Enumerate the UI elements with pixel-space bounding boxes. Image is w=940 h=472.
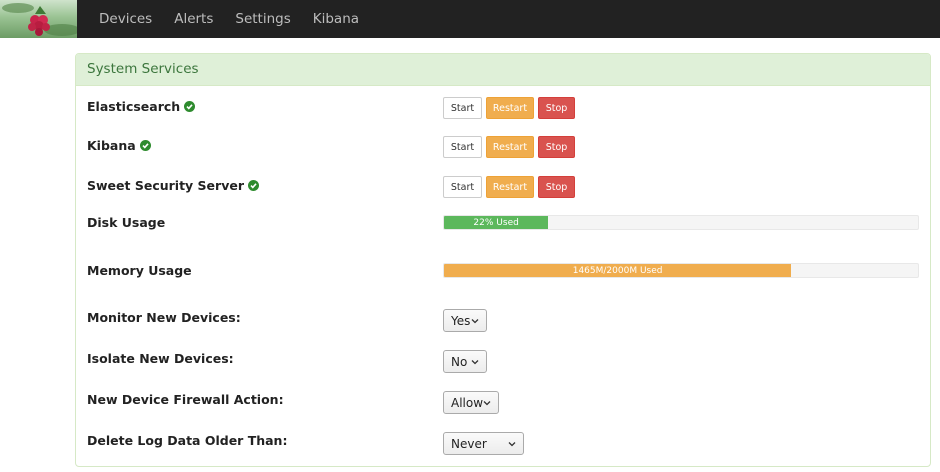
- firewall-action-label: New Device Firewall Action:: [87, 392, 284, 407]
- nav-alerts[interactable]: Alerts: [174, 11, 213, 27]
- memory-usage-progress: 1465M/2000M Used: [443, 263, 919, 278]
- nav-settings[interactable]: Settings: [235, 11, 290, 27]
- monitor-new-devices-select[interactable]: Yes: [443, 309, 487, 332]
- nav-kibana[interactable]: Kibana: [313, 11, 359, 27]
- restart-button[interactable]: Restart: [486, 97, 534, 119]
- firewall-action-select[interactable]: Allow: [443, 391, 499, 414]
- start-button[interactable]: Start: [443, 97, 482, 119]
- isolate-new-devices-select[interactable]: No: [443, 350, 487, 373]
- chevron-down-icon: [471, 360, 479, 365]
- status-ok-icon: [139, 140, 151, 151]
- select-value: No: [451, 354, 468, 369]
- chevron-down-icon: [508, 442, 516, 447]
- chevron-down-icon: [471, 319, 479, 324]
- stop-button[interactable]: Stop: [538, 136, 575, 158]
- service-name: Kibana: [87, 138, 136, 153]
- service-controls: Start Restart Stop: [443, 176, 579, 198]
- delete-log-data-label: Delete Log Data Older Than:: [87, 433, 288, 448]
- chevron-down-icon: [483, 401, 491, 406]
- monitor-new-devices-label: Monitor New Devices:: [87, 310, 241, 325]
- start-button[interactable]: Start: [443, 176, 482, 198]
- status-ok-icon: [247, 180, 259, 191]
- service-name: Sweet Security Server: [87, 178, 244, 193]
- top-navbar: Devices Alerts Settings Kibana: [0, 0, 940, 38]
- restart-button[interactable]: Restart: [486, 176, 534, 198]
- disk-usage-progress: 22% Used: [443, 215, 919, 230]
- system-services-panel: System Services Elasticsearch Start Rest…: [75, 53, 931, 467]
- stop-button[interactable]: Stop: [538, 97, 575, 119]
- panel-title: System Services: [76, 54, 930, 86]
- disk-usage-label: Disk Usage: [87, 215, 166, 230]
- raspberry-logo[interactable]: [0, 0, 77, 38]
- select-value: Never: [451, 436, 487, 451]
- service-name: Elasticsearch: [87, 99, 181, 114]
- start-button[interactable]: Start: [443, 136, 482, 158]
- delete-log-data-select[interactable]: Never: [443, 432, 524, 455]
- memory-usage-label: Memory Usage: [87, 263, 192, 278]
- isolate-new-devices-label: Isolate New Devices:: [87, 351, 234, 366]
- service-controls: Start Restart Stop: [443, 97, 579, 119]
- restart-button[interactable]: Restart: [486, 136, 534, 158]
- memory-usage-bar: 1465M/2000M Used: [444, 264, 792, 277]
- stop-button[interactable]: Stop: [538, 176, 575, 198]
- status-ok-icon: [184, 101, 196, 112]
- select-value: Allow: [451, 395, 484, 410]
- select-value: Yes: [451, 313, 471, 328]
- service-controls: Start Restart Stop: [443, 136, 579, 158]
- nav-devices[interactable]: Devices: [99, 11, 152, 27]
- disk-usage-bar: 22% Used: [444, 216, 549, 229]
